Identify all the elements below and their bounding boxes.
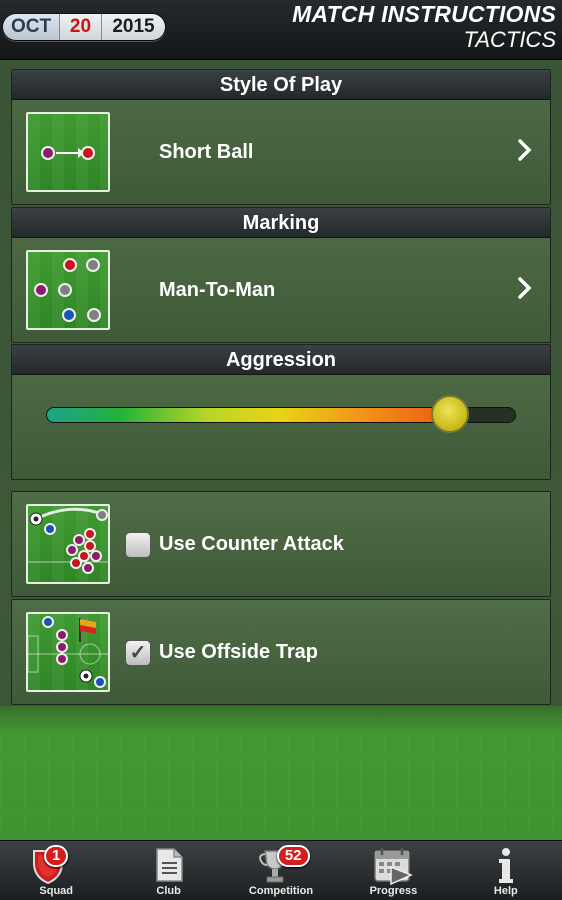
- tab-progress-label: Progress: [369, 885, 418, 897]
- info-icon: [498, 848, 513, 883]
- marking-section: Marking Man-To-Man: [11, 207, 551, 343]
- checkmark-icon: ✓: [129, 642, 147, 664]
- bottom-tab-bar: 1 Squad Club 52 Competition Progress Hel…: [0, 840, 562, 900]
- squad-badge: 1: [44, 845, 69, 867]
- tab-squad-label: Squad: [39, 885, 74, 897]
- offside-trap-section: ✓ Use Offside Trap: [11, 599, 551, 705]
- tab-help-label: Help: [493, 885, 518, 897]
- marking-heading: Marking: [12, 208, 550, 238]
- tab-club-label: Club: [156, 885, 181, 897]
- marking-formation-icon: [26, 250, 110, 330]
- style-of-play-row[interactable]: Short Ball: [12, 100, 550, 204]
- counter-attack-section: Use Counter Attack: [11, 491, 551, 597]
- page-title: MATCH INSTRUCTIONS: [292, 1, 556, 27]
- style-of-play-heading: Style Of Play: [12, 70, 550, 100]
- counter-attack-icon: [26, 504, 110, 584]
- aggression-slider-handle[interactable]: [431, 395, 470, 433]
- counter-attack-checkbox[interactable]: [125, 532, 151, 558]
- aggression-heading: Aggression: [12, 345, 550, 375]
- panel-shadow: [0, 706, 562, 736]
- competition-badge: 52: [276, 845, 310, 867]
- date-display: OCT 20 2015: [2, 13, 166, 41]
- short-pass-icon: [26, 112, 110, 192]
- page-subtitle: TACTICS: [463, 27, 556, 52]
- aggression-section: Aggression: [11, 344, 551, 480]
- tab-competition-label: Competition: [248, 885, 314, 897]
- aggression-slider-fill: [47, 408, 450, 422]
- calendar-icon: [374, 848, 414, 885]
- pitch-background: Style Of Play Short Ball Marking Man-To-…: [0, 60, 562, 840]
- style-of-play-value: Short Ball: [159, 141, 254, 163]
- chevron-right-icon: [518, 277, 532, 299]
- offside-trap-checkbox[interactable]: ✓: [125, 640, 151, 666]
- counter-attack-row[interactable]: Use Counter Attack: [12, 492, 550, 596]
- tab-help[interactable]: Help: [450, 841, 562, 900]
- aggression-slider[interactable]: [12, 375, 550, 479]
- tab-progress[interactable]: Progress: [337, 841, 449, 900]
- marking-row[interactable]: Man-To-Man: [12, 238, 550, 342]
- tab-squad[interactable]: 1 Squad: [0, 841, 112, 900]
- document-icon: [155, 848, 183, 882]
- tab-club[interactable]: Club: [112, 841, 224, 900]
- instructions-panel: Style Of Play Short Ball Marking Man-To-…: [0, 60, 562, 706]
- marking-value: Man-To-Man: [159, 279, 276, 301]
- tab-competition[interactable]: 52 Competition: [225, 841, 337, 900]
- offside-trap-row[interactable]: ✓ Use Offside Trap: [12, 600, 550, 704]
- date-day: 20: [59, 14, 101, 40]
- header-bar: OCT 20 2015 MATCH INSTRUCTIONS TACTICS: [0, 0, 562, 60]
- style-of-play-section: Style Of Play Short Ball: [11, 69, 551, 205]
- offside-trap-icon: [26, 612, 110, 692]
- page-title-block: MATCH INSTRUCTIONS TACTICS: [292, 3, 556, 51]
- date-year: 2015: [101, 14, 165, 40]
- date-month: OCT: [3, 14, 59, 40]
- counter-attack-label: Use Counter Attack: [159, 533, 344, 555]
- chevron-right-icon: [518, 139, 532, 161]
- offside-trap-label: Use Offside Trap: [159, 641, 318, 663]
